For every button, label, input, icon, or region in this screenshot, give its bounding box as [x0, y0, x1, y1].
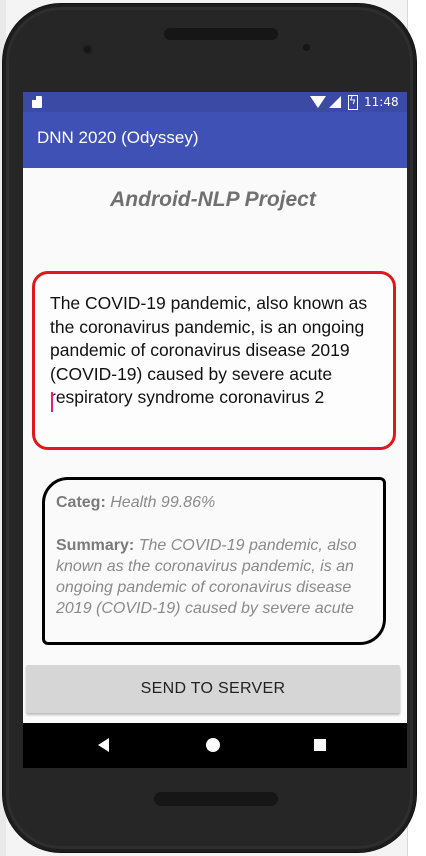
text-cursor — [51, 392, 53, 412]
category-row: Categ: Health 99.86% — [56, 492, 376, 513]
bottom-speaker — [154, 792, 278, 806]
category-label: Categ: — [56, 494, 106, 511]
status-bar: 11:48 — [23, 92, 407, 112]
app-bar: DNN 2020 (Odyssey) — [23, 112, 407, 168]
earpiece-speaker — [164, 28, 278, 40]
app-title: DNN 2020 (Odyssey) — [37, 128, 199, 147]
front-camera-icon — [82, 44, 93, 55]
main-content: Android-NLP Project The COVID-19 pandemi… — [23, 168, 407, 768]
text-input-field[interactable]: The COVID-19 pandemic, also known as the… — [50, 292, 382, 426]
phone-frame: 11:48 DNN 2020 (Odyssey) Android-NLP Pro… — [3, 4, 416, 852]
wifi-icon — [310, 96, 326, 108]
project-title: Android-NLP Project — [110, 188, 316, 211]
category-value: Health 99.86% — [110, 494, 216, 511]
back-icon[interactable] — [98, 738, 109, 752]
summary-label: Summary: — [56, 537, 135, 554]
proximity-sensor — [303, 44, 310, 51]
signal-icon — [329, 96, 341, 108]
navigation-bar — [23, 723, 407, 768]
result-content: Categ: Health 99.86% Summary: The COVID-… — [56, 492, 376, 642]
device-screen: 11:48 DNN 2020 (Odyssey) Android-NLP Pro… — [23, 92, 407, 768]
recents-icon[interactable] — [314, 739, 326, 751]
battery-charging-icon — [348, 94, 358, 110]
text-input-box[interactable]: The COVID-19 pandemic, also known as the… — [32, 271, 396, 450]
result-panel: Categ: Health 99.86% Summary: The COVID-… — [42, 477, 386, 645]
status-time: 11:48 — [364, 95, 399, 109]
sd-card-icon — [32, 96, 42, 108]
summary-row: Summary: The COVID-19 pandemic, also kno… — [56, 535, 376, 619]
send-to-server-button[interactable]: SEND TO SERVER — [26, 665, 400, 713]
home-icon[interactable] — [206, 738, 220, 752]
